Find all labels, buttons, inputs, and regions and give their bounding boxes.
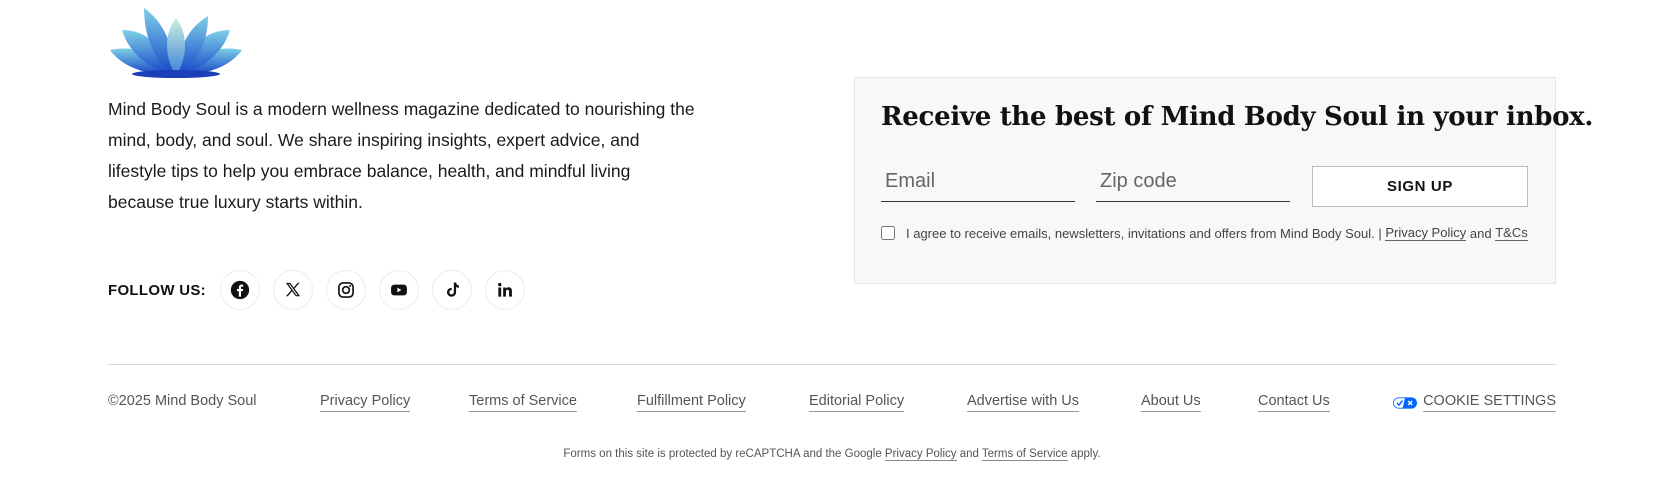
consent-terms-link[interactable]: T&Cs (1495, 225, 1528, 241)
consent-row: I agree to receive emails, newsletters, … (881, 225, 1528, 241)
newsletter-signup: Receive the best of Mind Body Soul in yo… (854, 77, 1594, 284)
social-follow: FOLLOW US: (108, 268, 538, 312)
consent-and: and (1469, 225, 1492, 241)
brand-description: Mind Body Soul is a modern wellness maga… (108, 99, 695, 212)
footer-link-editorial-policy[interactable]: Editorial Policy (809, 393, 905, 412)
footer-link-terms-of-service[interactable]: Terms of Service (469, 393, 577, 412)
recaptcha-suffix: apply. (1070, 448, 1101, 460)
facebook-icon[interactable] (219, 270, 260, 310)
footer-link-fulfillment-policy[interactable]: Fulfillment Policy (637, 393, 746, 412)
cookie-settings-link[interactable]: COOKIE SETTINGS (1423, 393, 1556, 412)
follow-label: FOLLOW US: (108, 281, 206, 299)
recaptcha-prefix: Forms on this site is protected by reCAP… (563, 448, 882, 460)
copyright: ©2025 Mind Body Soul (108, 393, 257, 409)
consent-text: I agree to receive emails, newsletters, … (906, 225, 1382, 241)
cookie-settings[interactable]: COOKIE SETTINGS (1393, 393, 1556, 412)
recaptcha-privacy-link[interactable]: Privacy Policy (884, 448, 957, 461)
recaptcha-and: and (959, 448, 979, 460)
footer-link-privacy-policy[interactable]: Privacy Policy (320, 393, 411, 412)
consent-checkbox[interactable] (881, 226, 895, 240)
youtube-icon[interactable] (378, 270, 419, 310)
newsletter-title: Receive the best of Mind Body Soul in yo… (881, 102, 1594, 132)
footer-link-contact-us[interactable]: Contact Us (1258, 393, 1330, 412)
x-twitter-icon[interactable] (272, 270, 313, 310)
footer-divider (108, 364, 1556, 365)
recaptcha-notice: Forms on this site is protected by reCAP… (0, 448, 1664, 461)
email-field[interactable] (881, 162, 1075, 202)
sign-up-button[interactable]: SIGN UP (1312, 166, 1528, 207)
footer-link-advertise[interactable]: Advertise with Us (967, 393, 1080, 412)
zip-code-field[interactable] (1096, 162, 1290, 202)
lotus-logo-icon[interactable] (108, 4, 244, 80)
privacy-options-toggle-icon (1393, 396, 1418, 409)
recaptcha-terms-link[interactable]: Terms of Service (981, 448, 1068, 461)
tiktok-icon[interactable] (431, 270, 472, 310)
footer-link-about-us[interactable]: About Us (1141, 393, 1201, 412)
consent-privacy-link[interactable]: Privacy Policy (1385, 225, 1467, 241)
site-footer: Mind Body Soul is a modern wellness maga… (0, 0, 1664, 496)
linkedin-icon[interactable] (484, 270, 525, 310)
footer-bottom-bar: ©2025 Mind Body Soul Privacy Policy Term… (108, 393, 1556, 419)
instagram-icon[interactable] (325, 270, 366, 310)
